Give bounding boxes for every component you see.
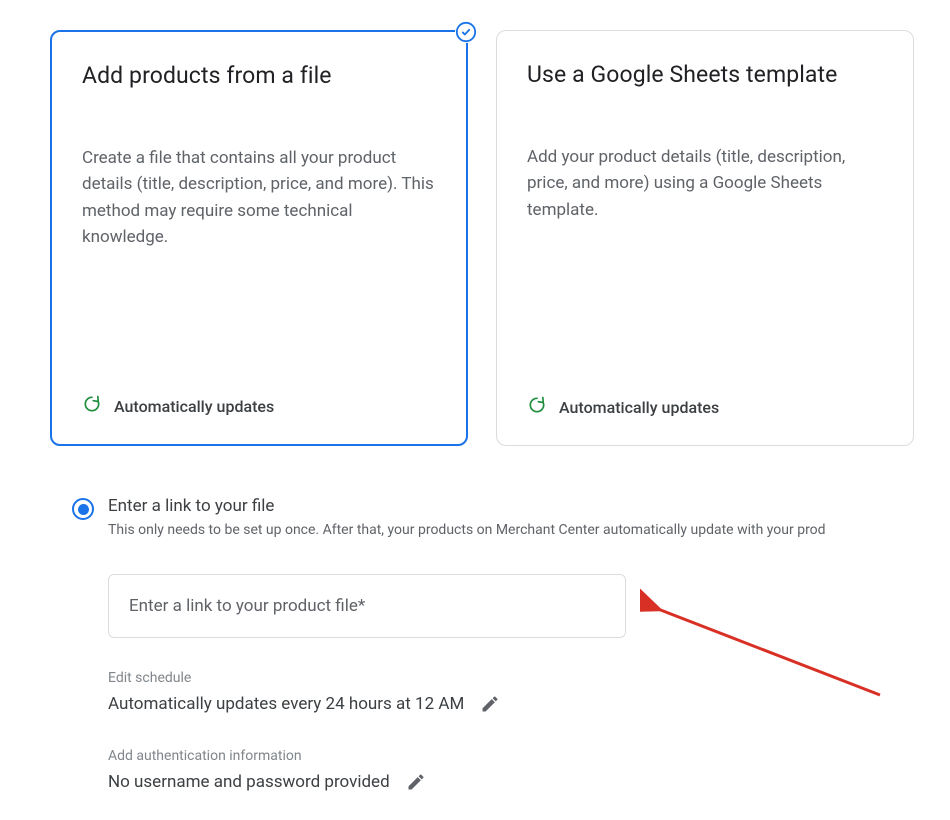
auto-update-label: Automatically updates bbox=[559, 398, 719, 417]
auth-section: Add authentication information No userna… bbox=[108, 748, 950, 794]
radio-subtitle: This only needs to be set up once. After… bbox=[108, 522, 950, 538]
pencil-icon bbox=[480, 694, 500, 714]
schedule-label: Edit schedule bbox=[108, 670, 950, 686]
pencil-icon bbox=[406, 772, 426, 792]
schedule-section: Edit schedule Automatically updates ever… bbox=[108, 670, 950, 716]
product-file-link-input[interactable] bbox=[108, 574, 626, 638]
card-footer: Automatically updates bbox=[527, 395, 887, 419]
auth-value: No username and password provided bbox=[108, 772, 390, 792]
card-description: Add your product details (title, descrip… bbox=[527, 144, 887, 223]
card-title: Use a Google Sheets template bbox=[527, 61, 887, 88]
radio-content: Enter a link to your file This only need… bbox=[108, 496, 950, 538]
edit-schedule-button[interactable] bbox=[478, 692, 502, 716]
auto-update-label: Automatically updates bbox=[114, 397, 274, 416]
auth-label: Add authentication information bbox=[108, 748, 950, 764]
card-footer: Automatically updates bbox=[82, 394, 440, 418]
selected-check-icon bbox=[455, 21, 477, 43]
card-description: Create a file that contains all your pro… bbox=[82, 145, 440, 250]
card-title: Add products from a file bbox=[82, 62, 440, 89]
schedule-value: Automatically updates every 24 hours at … bbox=[108, 694, 464, 714]
card-google-sheets-template[interactable]: Use a Google Sheets template Add your pr… bbox=[496, 30, 914, 446]
radio-icon bbox=[72, 498, 94, 520]
radio-title: Enter a link to your file bbox=[108, 496, 950, 516]
card-add-from-file[interactable]: Add products from a file Create a file t… bbox=[50, 30, 468, 446]
auto-update-icon bbox=[82, 394, 102, 418]
edit-auth-button[interactable] bbox=[404, 770, 428, 794]
method-cards-row: Add products from a file Create a file t… bbox=[50, 30, 950, 446]
auto-update-icon bbox=[527, 395, 547, 419]
link-option-radio[interactable]: Enter a link to your file This only need… bbox=[72, 496, 950, 538]
